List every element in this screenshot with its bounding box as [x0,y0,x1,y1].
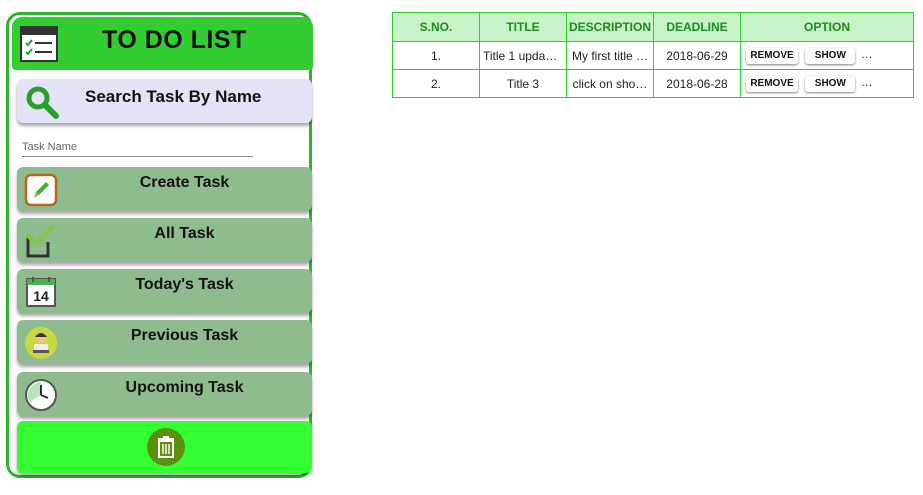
pencil-icon [24,173,58,207]
calendar-day-text: 14 [33,288,49,304]
cell-description: My first title … [566,41,654,70]
cell-options: REMOVE SHOW EDIT [740,41,914,70]
todays-task-label: Today's Task [135,276,234,293]
all-task-button[interactable]: All Task [17,218,312,262]
checkbox-icon [24,224,58,258]
create-task-button[interactable]: Create Task [17,167,312,211]
remove-button[interactable]: REMOVE [746,76,798,92]
cell-deadline: 2018-06-28 [653,69,741,98]
header-sno: S.NO. [392,12,480,42]
edit-button[interactable]: EDIT [862,48,909,64]
calendar-icon: 14 [24,275,58,309]
previous-task-label: Previous Task [130,327,239,344]
task-name-input[interactable] [22,138,253,157]
upcoming-task-label: Upcoming Task [125,379,244,396]
all-task-label: All Task [154,225,215,242]
task-table: S.NO. TITLE DESCRIPTION DEADLINE OPTION … [392,12,914,98]
trash-icon [147,428,185,466]
cell-description: click on sho… [566,69,654,98]
clock-icon [24,378,58,412]
sidebar: TO DO LIST Search Task By Name Create Ta… [6,12,313,478]
cell-title: Title 3 [479,69,567,98]
cell-sno: 1. [392,41,480,70]
table-row: 2. Title 3 click on sho… 2018-06-28 REMO… [392,69,914,98]
upcoming-task-button[interactable]: Upcoming Task [17,372,312,416]
person-icon [24,326,58,360]
header-option: OPTION [740,12,914,42]
edit-button[interactable]: EDIT [862,76,909,92]
search-task-label: Search Task By Name [85,87,262,106]
show-button[interactable]: SHOW [805,76,856,92]
create-task-label: Create Task [139,174,230,191]
search-task-button[interactable]: Search Task By Name [17,79,312,123]
table-row: 1. Title 1 updad… My first title … 2018-… [392,41,914,70]
header-description: DESCRIPTION [566,12,654,42]
previous-task-button[interactable]: Previous Task [17,320,312,364]
todays-task-button[interactable]: 14 Today's Task [17,269,312,313]
table-header-row: S.NO. TITLE DESCRIPTION DEADLINE OPTION [392,12,914,42]
app-header: TO DO LIST [12,17,313,70]
search-icon [25,85,59,119]
cell-deadline: 2018-06-29 [653,41,741,70]
checklist-icon [20,25,58,62]
delete-all-button[interactable] [17,421,312,473]
cell-options: REMOVE SHOW EDIT [740,69,914,98]
remove-button[interactable]: REMOVE [746,48,798,64]
header-deadline: DEADLINE [653,12,741,42]
cell-sno: 2. [392,69,480,98]
cell-title: Title 1 updad… [479,41,567,70]
show-button[interactable]: SHOW [805,48,856,64]
app-title: TO DO LIST [102,26,247,54]
header-title: TITLE [479,12,567,42]
